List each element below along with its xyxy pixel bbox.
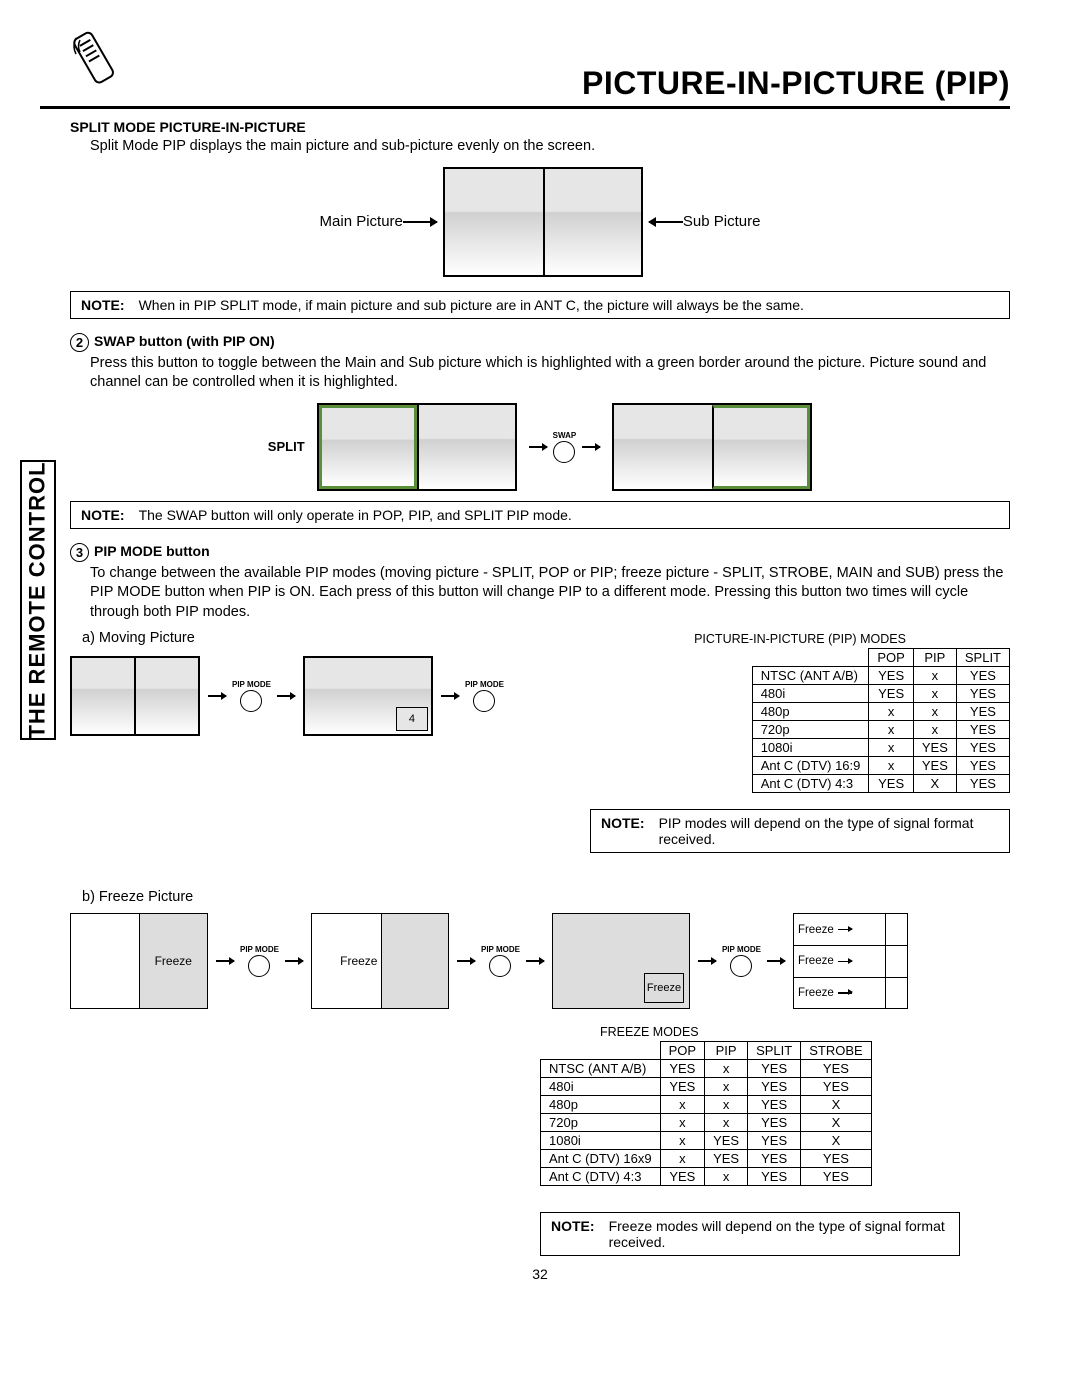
split-mode-heading: SPLIT MODE PICTURE-IN-PICTURE: [70, 119, 1010, 135]
main-picture-label: Main Picture: [320, 213, 403, 230]
split-illustration: Main Picture Sub Picture: [70, 167, 1010, 277]
moving-picture-row: PIP MODE 4 PIP MODE: [70, 656, 590, 736]
freeze-picture-label: b) Freeze Picture: [82, 889, 1010, 905]
pipmode-heading: 3PIP MODE button: [70, 543, 1010, 562]
note-box-1: NOTE: When in PIP SPLIT mode, if main pi…: [70, 291, 1010, 319]
freeze-table-title: FREEZE MODES: [600, 1025, 1010, 1039]
freeze-modes-table: POPPIPSPLITSTROBENTSC (ANT A/B)YESxYESYE…: [540, 1041, 872, 1186]
pip-table-title: PICTURE-IN-PICTURE (PIP) MODES: [590, 632, 1010, 646]
remote-icon: [70, 28, 120, 88]
pip-modes-table: POPPIPSPLITNTSC (ANT A/B)YESxYES480iYESx…: [752, 648, 1010, 793]
split-label: SPLIT: [268, 439, 305, 454]
sub-picture-label: Sub Picture: [683, 213, 761, 230]
note-box-4: NOTE: Freeze modes will depend on the ty…: [540, 1212, 960, 1256]
freeze-picture-row: Freeze PIP MODE Freeze PIP MODE Freeze: [70, 913, 1010, 1009]
side-section-label: THE REMOTE CONTROL: [20, 460, 56, 740]
note-box-3: NOTE: PIP modes will depend on the type …: [590, 809, 1010, 853]
pipmode-text: To change between the available PIP mode…: [90, 564, 1010, 623]
note-box-2: NOTE: The SWAP button will only operate …: [70, 501, 1010, 529]
page-number: 32: [0, 1266, 1080, 1282]
swap-button-icon: [553, 441, 575, 463]
swap-btn-label: SWAP: [553, 431, 577, 440]
swap-text: Press this button to toggle between the …: [90, 354, 1010, 393]
page-title: PICTURE-IN-PICTURE (PIP): [40, 65, 1010, 109]
swap-illustration: SPLIT SWAP: [70, 403, 1010, 491]
swap-heading: 2SWAP button (with PIP ON): [70, 333, 1010, 352]
split-mode-text: Split Mode PIP displays the main picture…: [90, 137, 1010, 157]
